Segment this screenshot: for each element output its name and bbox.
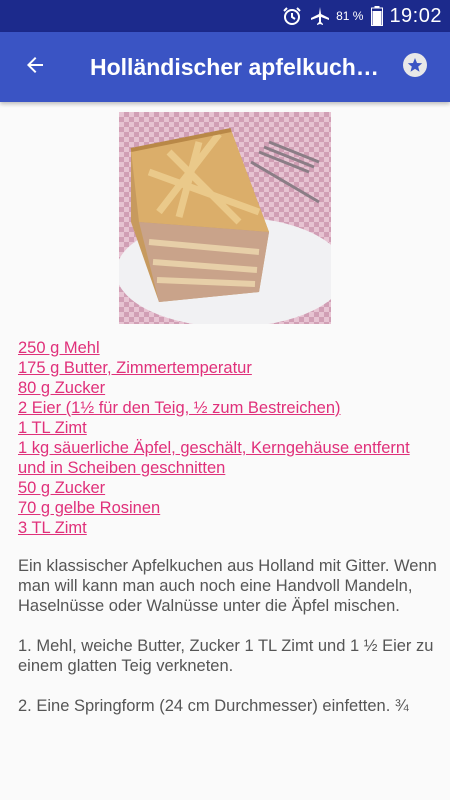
ingredient-link[interactable]: 50 g Zucker [18,478,438,498]
star-icon [402,52,428,83]
ingredient-list: 250 g Mehl 175 g Butter, Zimmertemperatu… [18,338,438,538]
favorite-button[interactable] [380,32,450,102]
arrow-left-icon [23,53,47,82]
recipe-step: 2. Eine Springform (24 cm Durchmesser) e… [18,697,409,715]
ingredient-link[interactable]: 175 g Butter, Zimmertemperatur [18,358,438,378]
ingredient-link[interactable]: 80 g Zucker [18,378,438,398]
status-time: 19:02 [389,4,442,27]
recipe-description: Ein klassischer Apfelkuchen aus Holland … [18,557,437,615]
battery-percent: 81 % [336,9,364,23]
page-title: Holländischer apfelkuchen [90,53,380,80]
recipe-step: 1. Mehl, weiche Butter, Zucker 1 TL Zimt… [18,637,434,675]
battery-icon [371,6,384,26]
ingredient-link[interactable]: 1 TL Zimt [18,418,438,438]
alarm-icon [282,6,302,26]
recipe-instructions: Ein klassischer Apfelkuchen aus Holland … [18,556,438,736]
ingredient-link[interactable]: 2 Eier (1½ für den Teig, ½ zum Bestreich… [18,398,438,418]
ingredient-link[interactable]: 70 g gelbe Rosinen [18,498,438,518]
back-button[interactable] [0,32,70,102]
ingredient-link[interactable]: 1 kg säuerliche Äpfel, geschält, Kerngeh… [18,438,438,478]
app-bar: Holländischer apfelkuchen [0,32,450,102]
ingredient-link[interactable]: 3 TL Zimt [18,518,438,538]
ingredient-link[interactable]: 250 g Mehl [18,338,438,358]
recipe-content[interactable]: 250 g Mehl 175 g Butter, Zimmertemperatu… [0,102,450,800]
airplane-icon [310,6,330,26]
recipe-image [119,112,331,324]
status-bar: 81 % 19:02 [0,0,450,32]
